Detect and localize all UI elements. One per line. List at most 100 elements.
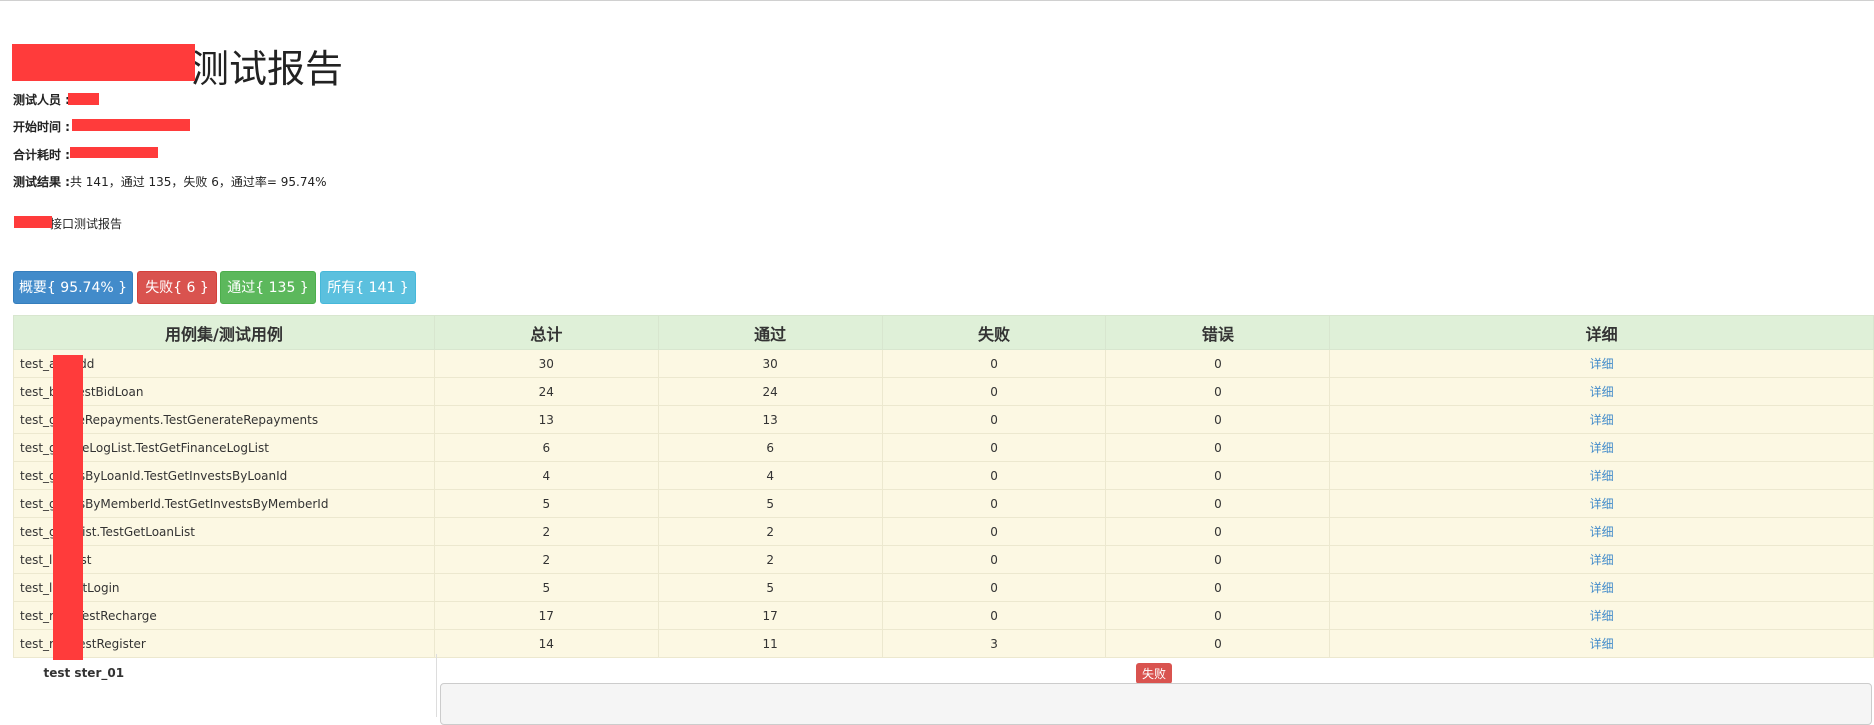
row-total: 2 [433, 545, 659, 574]
row-total: 24 [433, 377, 659, 406]
row-total: 2 [433, 517, 659, 546]
row-detail-cell: 详细 [1329, 573, 1874, 602]
row-total: 14 [433, 629, 659, 658]
table-row: test_lo TestLogin 5 5 0 0 详细 [13, 573, 1874, 602]
top-border [0, 0, 1874, 1]
row-pass: 5 [657, 573, 883, 602]
summary-button[interactable]: 概要{ 95.74% } [13, 271, 133, 304]
fail-status-button[interactable]: 失败 [1135, 662, 1172, 684]
row-pass: 17 [657, 601, 883, 630]
failed-case-name: test ster_01 [13, 657, 435, 688]
row-total: 13 [433, 405, 659, 434]
row-total: 30 [433, 349, 659, 378]
row-error: 0 [1105, 377, 1331, 406]
detail-link[interactable]: 详细 [1590, 525, 1614, 539]
detail-link[interactable]: 详细 [1590, 413, 1614, 427]
row-detail-cell: 详细 [1329, 517, 1874, 546]
row-detail-cell: 详细 [1329, 377, 1874, 406]
row-pass: 2 [657, 545, 883, 574]
table-row: test_b n.TestBidLoan 24 24 0 0 详细 [13, 377, 1874, 406]
start-time-label: 开始时间 : [13, 120, 70, 134]
duration-label: 合计耗时 : [13, 148, 70, 162]
column-divider [436, 654, 437, 717]
row-error: 0 [1105, 405, 1331, 434]
result-table: 用例集/测试用例 总计 通过 失败 错误 详细 test_a stAdd3030… [13, 315, 1874, 688]
row-fail: 0 [881, 461, 1107, 490]
row-error: 0 [1105, 573, 1331, 602]
row-fail: 0 [881, 349, 1107, 378]
row-pass: 13 [657, 405, 883, 434]
tester-label: 测试人员 : [13, 93, 70, 107]
detail-link[interactable]: 详细 [1590, 469, 1614, 483]
row-total: 5 [433, 573, 659, 602]
row-fail: 0 [881, 489, 1107, 518]
detail-link[interactable]: 详细 [1590, 441, 1614, 455]
redaction-case-names [53, 355, 83, 660]
table-row: test_g anceLogList.TestGetFinanceLogList… [13, 433, 1874, 462]
row-fail: 0 [881, 433, 1107, 462]
row-total: 6 [433, 433, 659, 462]
row-pass: 11 [657, 629, 883, 658]
description-text: 接口测试报告 [50, 217, 123, 231]
table-row: test_r ge.TestRecharge 17 17 0 0 详细 [13, 601, 1874, 630]
row-total: 5 [433, 489, 659, 518]
failed-button[interactable]: 失败{ 6 } [137, 271, 217, 304]
row-fail: 0 [881, 573, 1107, 602]
row-detail-cell: 详细 [1329, 461, 1874, 490]
detail-link[interactable]: 详细 [1590, 497, 1614, 511]
result-label: 测试结果 : [13, 175, 70, 189]
detail-link[interactable]: 详细 [1590, 609, 1614, 623]
row-pass: 5 [657, 489, 883, 518]
row-pass: 4 [657, 461, 883, 490]
redaction-start-time [72, 119, 190, 131]
detail-link[interactable]: 详细 [1590, 553, 1614, 567]
all-button[interactable]: 所有{ 141 } [320, 271, 416, 304]
header-fail: 失败 [881, 315, 1107, 350]
row-fail: 0 [881, 377, 1107, 406]
table-row: test_g estsByLoanId.TestGetInvestsByLoan… [13, 461, 1874, 490]
redaction-tester [68, 93, 99, 105]
row-fail: 0 [881, 517, 1107, 546]
detail-link[interactable]: 详细 [1590, 637, 1614, 651]
row-fail: 3 [881, 629, 1107, 658]
row-error: 0 [1105, 433, 1331, 462]
detail-link[interactable]: 详细 [1590, 357, 1614, 371]
tester-line: 测试人员 : [13, 91, 70, 108]
row-detail-cell: 详细 [1329, 405, 1874, 434]
row-error: 0 [1105, 629, 1331, 658]
failure-log-box [440, 683, 1872, 725]
row-error: 0 [1105, 349, 1331, 378]
row-detail-cell: 详细 [1329, 629, 1874, 658]
row-error: 0 [1105, 489, 1331, 518]
row-total: 4 [433, 461, 659, 490]
table-row: test_li stList2200详细 [13, 545, 1874, 574]
redaction-description [14, 216, 52, 228]
detail-link[interactable]: 详细 [1590, 581, 1614, 595]
row-error: 0 [1105, 461, 1331, 490]
start-time-line: 开始时间 : [13, 118, 70, 135]
redaction-duration [70, 147, 158, 158]
report-title-text: 测试报告 [191, 47, 344, 91]
redaction-title [12, 44, 195, 81]
row-pass: 2 [657, 517, 883, 546]
row-pass: 24 [657, 377, 883, 406]
header-total: 总计 [433, 315, 659, 350]
row-pass: 30 [657, 349, 883, 378]
header-error: 错误 [1105, 315, 1331, 350]
duration-line: 合计耗时 : [13, 146, 70, 163]
table-row: test_g rateRepayments.TestGenerateRepaym… [13, 405, 1874, 434]
row-total: 17 [433, 601, 659, 630]
table-row: test_r er.TestRegister 14 11 3 0 详细 [13, 629, 1874, 658]
row-error: 0 [1105, 601, 1331, 630]
detail-link[interactable]: 详细 [1590, 385, 1614, 399]
row-fail: 0 [881, 545, 1107, 574]
row-detail-cell: 详细 [1329, 433, 1874, 462]
row-fail: 0 [881, 405, 1107, 434]
row-detail-cell: 详细 [1329, 601, 1874, 630]
row-pass: 6 [657, 433, 883, 462]
passed-button[interactable]: 通过{ 135 } [220, 271, 316, 304]
table-row: test_g estsByMemberId.TestGetInvestsByMe… [13, 489, 1874, 518]
row-detail-cell: 详细 [1329, 545, 1874, 574]
header-case: 用例集/测试用例 [13, 315, 435, 350]
result-value: 共 141，通过 135，失败 6，通过率= 95.74% [69, 175, 327, 189]
